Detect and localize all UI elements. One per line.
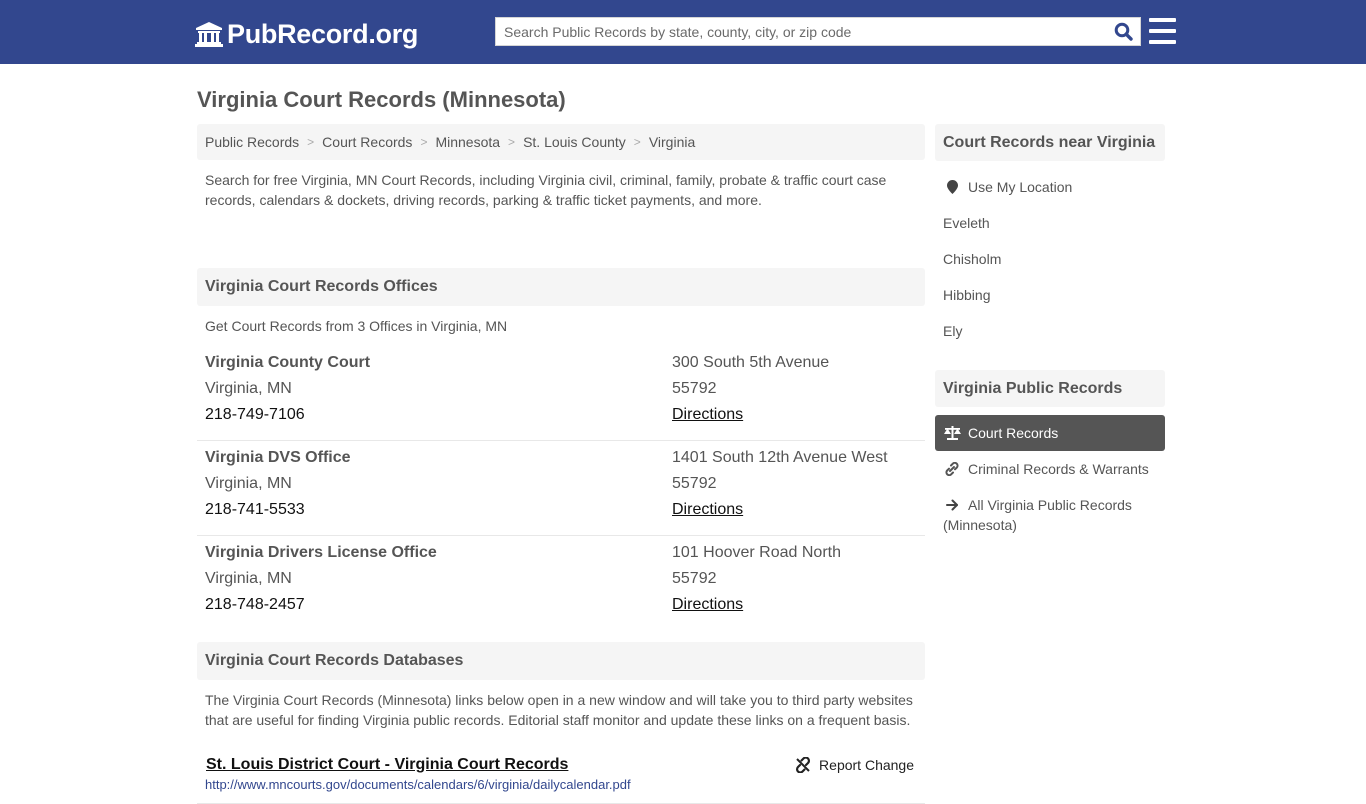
site-header: PubRecord.org (0, 0, 1366, 64)
office-name: Virginia DVS Office (205, 449, 351, 466)
office-address: 1401 South 12th Avenue West (672, 449, 888, 466)
breadcrumb-separator: > (420, 135, 428, 149)
balance-scale-icon (943, 426, 961, 440)
databases-description: The Virginia Court Records (Minnesota) l… (205, 692, 913, 728)
directions-link[interactable]: Directions (672, 501, 743, 518)
intro-text: Search for free Virginia, MN Court Recor… (205, 172, 887, 208)
nearby-city-link[interactable]: Eveleth (935, 205, 1165, 241)
arrow-right-icon (943, 499, 961, 511)
main-content: Public Records > Court Records > Minneso… (197, 124, 925, 804)
broken-link-icon (796, 757, 811, 773)
sidebar-item-court-records[interactable]: Court Records (935, 415, 1165, 451)
search-input[interactable] (496, 18, 1106, 45)
office-phone[interactable]: 218-748-2457 (205, 592, 672, 618)
sidebar-item-label: All Virginia Public Records (Minnesota) (943, 497, 1132, 533)
databases-heading: Virginia Court Records Databases (197, 642, 925, 680)
sidebar-item-label: Court Records (968, 425, 1059, 441)
public-records-list: Court Records Criminal Records & Warrant… (935, 407, 1165, 535)
sidebar: Court Records near Virginia Use My Locat… (935, 124, 1165, 535)
office-city: Virginia, MN (205, 380, 292, 397)
office-phone[interactable]: 218-741-5533 (205, 497, 672, 523)
nearby-city-link[interactable]: Chisholm (935, 241, 1165, 277)
site-logo[interactable]: PubRecord.org (195, 17, 418, 51)
use-my-location-label: Use My Location (968, 179, 1073, 195)
public-records-heading: Virginia Public Records (935, 370, 1165, 407)
office-zip: 55792 (672, 380, 717, 397)
office-city: Virginia, MN (205, 475, 292, 492)
directions-link[interactable]: Directions (672, 406, 743, 423)
search-button[interactable] (1106, 18, 1140, 45)
directions-link[interactable]: Directions (672, 596, 743, 613)
use-my-location-button[interactable]: Use My Location (935, 169, 1165, 205)
breadcrumb-public-records[interactable]: Public Records (205, 134, 299, 150)
breadcrumb-separator: > (307, 135, 315, 149)
office-address: 101 Hoover Road North (672, 544, 841, 561)
office-name: Virginia Drivers License Office (205, 544, 437, 561)
office-item: Virginia Drivers License Office Virginia… (197, 536, 925, 631)
database-item: St. Louis District Court - Virginia Cour… (197, 748, 925, 804)
nearby-list: Use My Location Eveleth Chisholm Hibbing… (935, 161, 1165, 349)
office-zip: 55792 (672, 475, 717, 492)
courthouse-icon (195, 22, 223, 47)
breadcrumb-separator: > (633, 135, 641, 149)
office-city: Virginia, MN (205, 570, 292, 587)
nearby-city-link[interactable]: Ely (935, 313, 1165, 349)
report-change-label: Report Change (819, 757, 914, 773)
sidebar-item-criminal-records[interactable]: Criminal Records & Warrants (935, 451, 1165, 487)
office-item: Virginia County Court Virginia, MN 218-7… (197, 346, 925, 441)
hamburger-menu-button[interactable] (1149, 18, 1176, 44)
sidebar-item-label: Criminal Records & Warrants (968, 461, 1149, 477)
site-logo-text: PubRecord.org (227, 18, 419, 49)
breadcrumb: Public Records > Court Records > Minneso… (197, 124, 925, 160)
offices-subheading: Get Court Records from 3 Offices in Virg… (205, 318, 508, 334)
offices-heading: Virginia Court Records Offices (197, 268, 925, 306)
search-icon (1114, 22, 1133, 41)
office-address: 300 South 5th Avenue (672, 354, 830, 371)
breadcrumb-minnesota[interactable]: Minnesota (435, 134, 500, 150)
breadcrumb-virginia[interactable]: Virginia (649, 134, 695, 150)
map-marker-icon (943, 180, 961, 194)
search-bar (495, 17, 1141, 46)
database-url[interactable]: http://www.mncourts.gov/documents/calend… (205, 777, 917, 792)
breadcrumb-st-louis-county[interactable]: St. Louis County (523, 134, 626, 150)
breadcrumb-separator: > (508, 135, 516, 149)
nearby-city-link[interactable]: Hibbing (935, 277, 1165, 313)
link-icon (943, 462, 961, 476)
menu-bar-icon (1149, 29, 1176, 33)
report-change-button[interactable]: Report Change (795, 757, 914, 773)
nearby-heading: Court Records near Virginia (935, 124, 1165, 161)
menu-bar-icon (1149, 40, 1176, 44)
page-title: Virginia Court Records (Minnesota) (197, 87, 566, 112)
office-name: Virginia County Court (205, 354, 371, 371)
office-list: Virginia County Court Virginia, MN 218-7… (197, 346, 925, 631)
menu-bar-icon (1149, 18, 1176, 22)
office-zip: 55792 (672, 570, 717, 587)
breadcrumb-court-records[interactable]: Court Records (322, 134, 412, 150)
office-phone[interactable]: 218-749-7106 (205, 402, 672, 428)
office-item: Virginia DVS Office Virginia, MN 218-741… (197, 441, 925, 536)
sidebar-item-all-public-records[interactable]: All Virginia Public Records (Minnesota) (935, 487, 1165, 535)
database-title-link[interactable]: St. Louis District Court - Virginia Cour… (206, 756, 568, 774)
